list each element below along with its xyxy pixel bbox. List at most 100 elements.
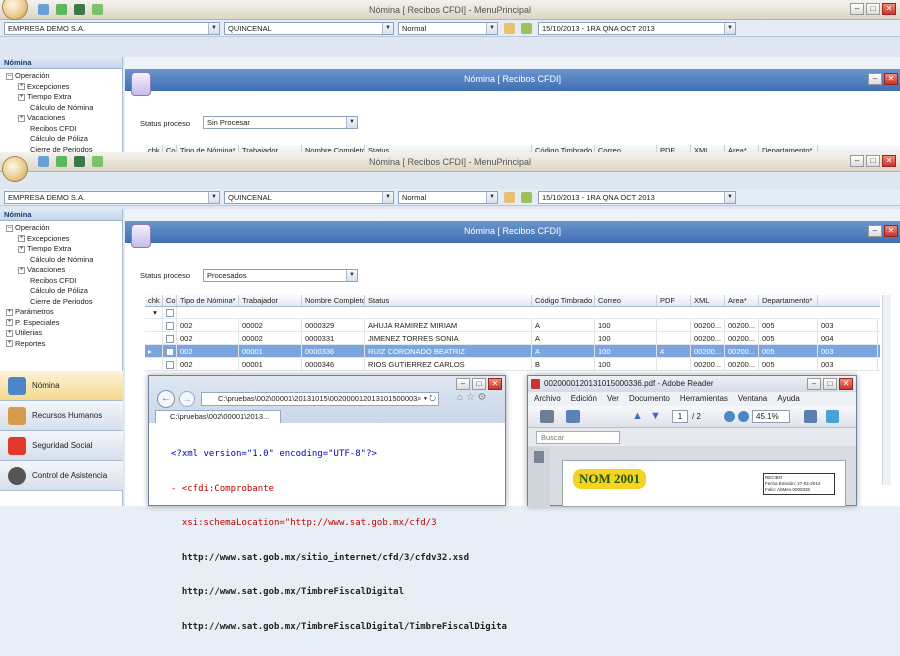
tree-item-excepciones[interactable]: + Excepciones (6, 82, 122, 93)
minimize-icon[interactable]: – (807, 378, 821, 390)
filter-row[interactable]: ▾ (145, 307, 880, 319)
minimize-icon[interactable]: – (868, 225, 882, 237)
forward-icon[interactable]: → (179, 391, 195, 407)
zoom-out-icon[interactable] (724, 411, 735, 422)
nav-control-asistencia[interactable]: Control de Asistencia (0, 461, 123, 491)
table-row[interactable]: 002 00001 0000346 RIOS GUTIERREZ CARLOS B 100… (145, 358, 880, 371)
refresh-icon[interactable] (521, 192, 532, 203)
prev-page-icon[interactable]: ▲ (632, 410, 643, 422)
table-row[interactable]: 002 00002 0000331 JIMENEZ TORRES SONIA A 100 0… (145, 332, 880, 345)
column-header[interactable]: Trabajador (239, 295, 302, 306)
tree-item-calculo-nomina[interactable]: Cálculo de Nómina (6, 103, 122, 114)
tree-item-calculo-poliza[interactable]: Cálculo de Póliza (6, 286, 122, 297)
column-header[interactable]: chk (145, 295, 163, 306)
menu-item-ventana[interactable]: Ventana (738, 392, 767, 406)
menu-item-edición[interactable]: Edición (571, 392, 597, 406)
chevron-down-icon[interactable]: ▼ (486, 192, 497, 203)
status-select[interactable]: Sin Procesar ▼ (203, 116, 358, 129)
row-checkbox[interactable] (163, 345, 177, 357)
column-header[interactable]: Status (365, 295, 532, 306)
chevron-down-icon[interactable]: ▼ (724, 23, 735, 34)
home-icon[interactable]: ⌂ ☆ ⚙ (457, 392, 487, 403)
tree-item-cierre[interactable]: Cierre de Periodos (6, 297, 122, 308)
address-bar[interactable]: C:\pruebas\002\00001\20131015\0020000120… (201, 392, 439, 406)
chevron-down-icon[interactable]: ▼ (346, 117, 357, 128)
column-header[interactable]: Compañía* (163, 295, 177, 306)
chevron-down-icon[interactable]: ▼ (486, 23, 497, 34)
menu-item-ver[interactable]: Ver (607, 392, 619, 406)
zoom-in-icon[interactable] (738, 411, 749, 422)
maximize-icon[interactable]: □ (866, 3, 880, 15)
company-select[interactable]: EMPRESA DEMO S.A. ▼ (4, 191, 220, 204)
tree-item-calculo-nomina[interactable]: Cálculo de Nómina (6, 255, 122, 266)
company-select[interactable]: EMPRESA DEMO S.A. ▼ (4, 22, 220, 35)
tree-item-parametros[interactable]: + Parámetros (6, 307, 122, 318)
tree-item-recibos[interactable]: Recibos CFDI (6, 124, 122, 135)
period-select[interactable]: 15/10/2013 - 1RA QNA OCT 2013 ▼ (538, 22, 736, 35)
column-header[interactable]: Correo (595, 295, 657, 306)
table-row[interactable]: ▸ 002 00001 0000336 RUIZ CORONADO BEATRIZ A 10… (145, 345, 880, 358)
column-header[interactable]: XML (691, 295, 725, 306)
maximize-icon[interactable]: □ (472, 378, 486, 390)
tree-item-excepciones[interactable]: + Excepciones (6, 234, 122, 245)
tree-item-utilerias[interactable]: + Utilerias (6, 328, 122, 339)
calendar-icon[interactable] (504, 23, 515, 34)
tree-item-tiempo-extra[interactable]: + Tiempo Extra (6, 244, 122, 255)
minimize-icon[interactable]: – (850, 155, 864, 167)
search-icon[interactable]: ⌕ ▾ ↻ (417, 394, 436, 404)
chevron-down-icon[interactable]: ▼ (346, 270, 357, 281)
column-header[interactable]: Area* (725, 295, 759, 306)
close-icon[interactable]: ✕ (884, 73, 898, 85)
nav-nomina[interactable]: Nómina (0, 371, 123, 401)
minimize-icon[interactable]: – (868, 73, 882, 85)
nav-seguridad-social[interactable]: Seguridad Social (0, 431, 123, 461)
period-type-select[interactable]: QUINCENAL ▼ (224, 191, 394, 204)
close-icon[interactable]: ✕ (882, 3, 896, 15)
table-row[interactable]: 002 00002 0000329 AHUJA RAMIREZ MIRIAM A 100 0… (145, 319, 880, 332)
menu-item-herramientas[interactable]: Herramientas (680, 392, 728, 406)
menu-item-ayuda[interactable]: Ayuda (777, 392, 800, 406)
menu-item-documento[interactable]: Documento (629, 392, 670, 406)
close-icon[interactable]: ✕ (882, 155, 896, 167)
menu-item-archivo[interactable]: Archivo (534, 392, 561, 406)
calendar-icon[interactable] (504, 192, 515, 203)
print-icon[interactable] (540, 410, 554, 423)
column-header[interactable]: PDF (657, 295, 691, 306)
column-header[interactable]: Departamento* (759, 295, 818, 306)
nav-recursos-humanos[interactable]: Recursos Humanos (0, 401, 123, 431)
zoom-select[interactable]: 45.1% (752, 410, 790, 423)
chevron-down-icon[interactable]: ▼ (382, 192, 393, 203)
row-checkbox[interactable] (163, 332, 177, 344)
chevron-down-icon[interactable]: ▼ (724, 192, 735, 203)
column-header[interactable]: Tipo de Nómina* (177, 295, 239, 306)
fit-page-icon[interactable] (804, 410, 817, 423)
fullscreen-icon[interactable] (826, 410, 839, 423)
row-checkbox[interactable] (163, 319, 177, 331)
status-select[interactable]: Procesados ▼ (203, 269, 358, 282)
close-icon[interactable]: ✕ (839, 378, 853, 390)
pages-panel-icon[interactable] (534, 451, 544, 463)
column-header[interactable]: Código Timbrado (532, 295, 595, 306)
period-type-select[interactable]: QUINCENAL ▼ (224, 22, 394, 35)
column-header[interactable]: Nombre Completo (302, 295, 365, 306)
close-icon[interactable]: ✕ (884, 225, 898, 237)
filter-icon[interactable]: ▾ (145, 307, 163, 318)
vertical-scrollbar[interactable] (882, 295, 891, 485)
payroll-type-select[interactable]: Normal ▼ (398, 191, 498, 204)
tree-item-calculo-poliza[interactable]: Cálculo de Póliza (6, 134, 122, 145)
maximize-icon[interactable]: □ (866, 155, 880, 167)
browser-tab[interactable]: C:\pruebas\002\00001\2013... (155, 410, 281, 423)
maximize-icon[interactable]: □ (823, 378, 837, 390)
chevron-down-icon[interactable]: ▼ (382, 23, 393, 34)
tools-icon[interactable] (566, 410, 580, 423)
tree-item-tiempo-extra[interactable]: + Tiempo Extra (6, 92, 122, 103)
chevron-down-icon[interactable]: ▼ (208, 23, 219, 34)
search-input[interactable]: Buscar (536, 431, 620, 444)
period-select[interactable]: 15/10/2013 - 1RA QNA OCT 2013 ▼ (538, 191, 736, 204)
minimize-icon[interactable]: – (456, 378, 470, 390)
minimize-icon[interactable]: – (850, 3, 864, 15)
refresh-icon[interactable] (521, 23, 532, 34)
tree-item-vacaciones[interactable]: + Vacaciones (6, 265, 122, 276)
back-icon[interactable]: ← (157, 390, 175, 408)
payroll-type-select[interactable]: Normal ▼ (398, 22, 498, 35)
